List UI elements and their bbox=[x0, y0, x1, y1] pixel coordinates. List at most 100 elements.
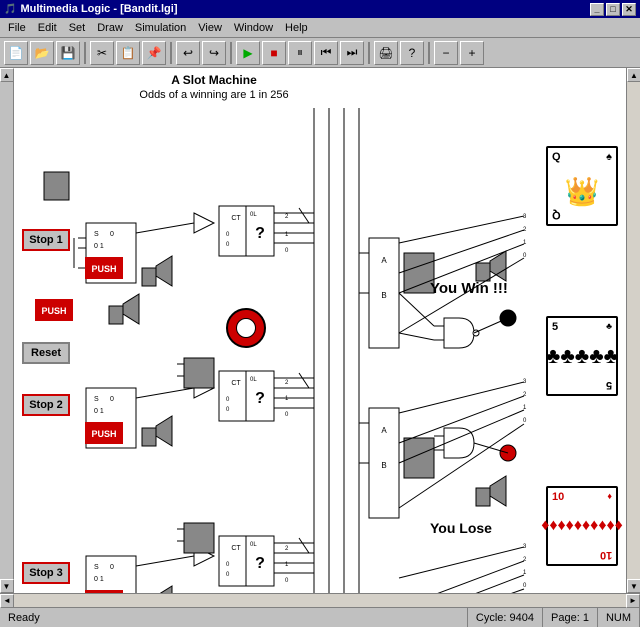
svg-text:1: 1 bbox=[523, 570, 527, 576]
svg-text:0: 0 bbox=[285, 578, 289, 584]
rewind-button[interactable]: ⏮ bbox=[314, 41, 338, 65]
svg-text:1: 1 bbox=[523, 240, 527, 246]
svg-text:0 1: 0 1 bbox=[94, 408, 104, 415]
num-label: NUM bbox=[606, 612, 631, 624]
zoom-out-button[interactable]: − bbox=[434, 41, 458, 65]
help-button[interactable]: ? bbox=[400, 41, 424, 65]
stop-button[interactable]: ■ bbox=[262, 41, 286, 65]
svg-text:0: 0 bbox=[226, 242, 230, 248]
cut-button[interactable]: ✂ bbox=[90, 41, 114, 65]
pause-button[interactable]: ⏸ bbox=[288, 41, 312, 65]
scroll-down-btn[interactable]: ▼ bbox=[0, 579, 14, 593]
svg-text:0: 0 bbox=[285, 248, 289, 254]
canvas-area: A Slot Machine Odds of a winning are 1 i… bbox=[14, 68, 626, 593]
left-scrollbar: ▲ ▼ bbox=[0, 68, 14, 593]
zoom-in-button[interactable]: + bbox=[460, 41, 484, 65]
status-bar: Ready Cycle: 9404 Page: 1 NUM bbox=[0, 607, 640, 627]
ready-label: Ready bbox=[8, 612, 40, 624]
svg-text:0: 0 bbox=[226, 562, 230, 568]
svg-text:B: B bbox=[381, 291, 386, 300]
reset-button[interactable]: Reset bbox=[22, 342, 70, 364]
play-button[interactable]: ▶ bbox=[236, 41, 260, 65]
stop2-button[interactable]: Stop 2 bbox=[22, 394, 70, 416]
svg-text:2: 2 bbox=[523, 392, 527, 398]
svg-text:You Win !!!: You Win !!! bbox=[430, 280, 508, 297]
toolbar-sep-4 bbox=[368, 42, 370, 64]
status-ready: Ready bbox=[0, 608, 468, 627]
new-button[interactable]: 📄 bbox=[4, 41, 28, 65]
redo-button[interactable]: ↪ bbox=[202, 41, 226, 65]
scroll-track-horizontal bbox=[14, 594, 626, 607]
menu-window[interactable]: Window bbox=[228, 20, 279, 36]
circuit-diagram: A Slot Machine Odds of a winning are 1 i… bbox=[14, 68, 626, 593]
svg-text:0: 0 bbox=[226, 572, 230, 578]
print-button[interactable]: 🖨 bbox=[374, 41, 398, 65]
menu-simulation[interactable]: Simulation bbox=[129, 20, 192, 36]
svg-text:0: 0 bbox=[285, 412, 289, 418]
save-button[interactable]: 💾 bbox=[56, 41, 80, 65]
svg-text:0: 0 bbox=[110, 231, 114, 238]
svg-text:0: 0 bbox=[110, 258, 114, 265]
svg-text:3: 3 bbox=[523, 379, 527, 385]
open-button[interactable]: 📂 bbox=[30, 41, 54, 65]
copy-button[interactable]: 📋 bbox=[116, 41, 140, 65]
scroll-left-btn[interactable]: ◄ bbox=[0, 594, 14, 608]
menu-draw[interactable]: Draw bbox=[91, 20, 129, 36]
svg-text:A: A bbox=[381, 256, 387, 265]
scroll-up-right-btn[interactable]: ▲ bbox=[627, 68, 640, 82]
svg-text:0: 0 bbox=[226, 232, 230, 238]
svg-text:2: 2 bbox=[523, 557, 527, 563]
horizontal-scrollbar: ◄ ► bbox=[0, 593, 640, 607]
title-bar: 🎵 Multimedia Logic - [Bandit.lgi] _ □ ✕ bbox=[0, 0, 640, 18]
scroll-down-right-btn[interactable]: ▼ bbox=[627, 579, 640, 593]
menu-file[interactable]: File bbox=[2, 20, 32, 36]
svg-text:0: 0 bbox=[110, 423, 114, 430]
app-title: Multimedia Logic - [Bandit.lgi] bbox=[20, 3, 177, 15]
stop1-button[interactable]: Stop 1 bbox=[22, 229, 70, 251]
svg-text:0L: 0L bbox=[250, 377, 257, 383]
svg-text:R: R bbox=[94, 258, 99, 265]
svg-text:S: S bbox=[94, 396, 99, 403]
status-page: Page: 1 bbox=[543, 608, 598, 627]
scroll-right-btn[interactable]: ► bbox=[626, 594, 640, 608]
card-queen: Q ♠ 👑 Q bbox=[546, 146, 618, 226]
paste-button[interactable]: 📌 bbox=[142, 41, 166, 65]
scroll-track-right bbox=[627, 82, 640, 579]
title-bar-controls: _ □ ✕ bbox=[590, 3, 636, 16]
forward-button[interactable]: ⏭ bbox=[340, 41, 364, 65]
menu-help[interactable]: Help bbox=[279, 20, 314, 36]
status-cycle: Cycle: 9404 bbox=[468, 608, 543, 627]
stop3-button[interactable]: Stop 3 bbox=[22, 562, 70, 584]
svg-text:3: 3 bbox=[523, 214, 527, 220]
svg-text:?: ? bbox=[255, 555, 265, 572]
close-btn[interactable]: ✕ bbox=[622, 3, 636, 16]
card-ten-diamonds: 10 ♦ ♦♦♦♦♦♦♦♦♦♦ 10 bbox=[546, 486, 618, 566]
menu-edit[interactable]: Edit bbox=[32, 20, 63, 36]
minimize-btn[interactable]: _ bbox=[590, 3, 604, 16]
page-label: Page: 1 bbox=[551, 612, 589, 624]
menu-view[interactable]: View bbox=[192, 20, 228, 36]
svg-text:R: R bbox=[94, 591, 99, 593]
svg-text:3: 3 bbox=[523, 544, 527, 550]
svg-text:0L: 0L bbox=[250, 212, 257, 218]
svg-text:0: 0 bbox=[110, 564, 114, 571]
svg-text:CT: CT bbox=[231, 545, 241, 552]
svg-text:B: B bbox=[381, 461, 386, 470]
maximize-btn[interactable]: □ bbox=[606, 3, 620, 16]
svg-text:PUSH: PUSH bbox=[91, 429, 116, 439]
svg-text:R: R bbox=[94, 423, 99, 430]
toolbar-sep-5 bbox=[428, 42, 430, 64]
menu-bar: File Edit Set Draw Simulation View Windo… bbox=[0, 18, 640, 38]
main-area: ▲ ▼ A Slot Machine Odds of a winning are… bbox=[0, 68, 640, 593]
svg-text:S: S bbox=[94, 564, 99, 571]
svg-text:0 1: 0 1 bbox=[94, 576, 104, 583]
svg-text:A: A bbox=[381, 426, 387, 435]
svg-text:0L: 0L bbox=[250, 542, 257, 548]
scroll-up-btn[interactable]: ▲ bbox=[0, 68, 14, 82]
svg-text:0: 0 bbox=[226, 397, 230, 403]
svg-text:2: 2 bbox=[285, 214, 289, 220]
menu-set[interactable]: Set bbox=[63, 20, 92, 36]
svg-text:CT: CT bbox=[231, 380, 241, 387]
undo-button[interactable]: ↩ bbox=[176, 41, 200, 65]
svg-text:1: 1 bbox=[285, 232, 289, 238]
